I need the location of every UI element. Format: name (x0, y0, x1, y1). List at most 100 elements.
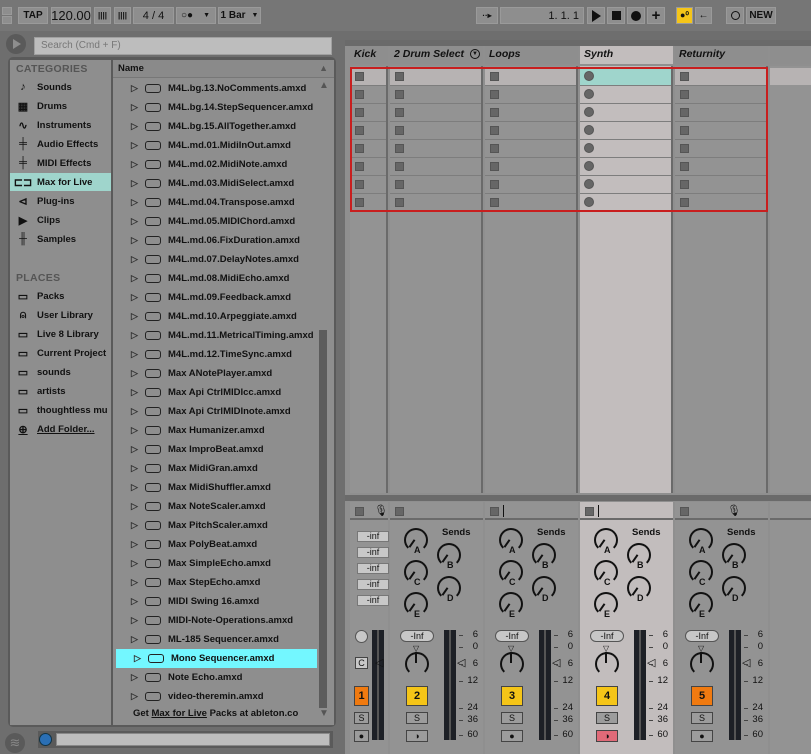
ext-sync-button-2[interactable] (2, 16, 12, 24)
file-row[interactable]: ▷ M4L.md.03.MidiSelect.amxd (113, 174, 318, 193)
microphone-icon[interactable]: 🎙 (727, 504, 741, 517)
play-button[interactable] (587, 7, 605, 24)
expand-triangle-icon[interactable]: ▷ (131, 558, 141, 569)
microphone-icon[interactable]: 🎙 (374, 504, 388, 517)
place-packs[interactable]: ▭ Packs (10, 287, 111, 305)
expand-triangle-icon[interactable]: ▷ (131, 368, 141, 379)
file-row[interactable]: ▷ Max MidiGran.amxd (113, 459, 318, 478)
place-sounds[interactable]: ▭ sounds (10, 363, 111, 381)
max-for-live-link[interactable]: Max for Live (151, 708, 206, 719)
pan-knob[interactable] (595, 652, 619, 676)
tempo-field[interactable]: 120.00 (51, 7, 91, 24)
category-drums[interactable]: ▦ Drums (10, 97, 111, 115)
expand-triangle-icon[interactable]: ▷ (131, 425, 141, 436)
crossfade-button[interactable] (355, 630, 368, 643)
file-row[interactable]: ▷ MIDI Swing 16.amxd (113, 592, 318, 611)
arm-button[interactable]: ◑ (596, 730, 618, 742)
stop-clips-button[interactable] (490, 507, 499, 516)
file-row[interactable]: ▷ M4L.md.10.Arpeggiate.amxd (113, 307, 318, 326)
track-activator[interactable]: 3 (501, 686, 523, 706)
master-scene-slot[interactable] (770, 68, 811, 85)
file-row[interactable]: ▷ Max Api CtrlMIDInote.amxd (113, 402, 318, 421)
place-current-project[interactable]: ▭ Current Project (10, 344, 111, 362)
track-header[interactable]: Loops (485, 46, 578, 64)
place-user-library[interactable]: ⍝ User Library (10, 306, 111, 324)
back-to-arrangement-button[interactable]: ← (695, 7, 712, 24)
expand-triangle-icon[interactable]: ▷ (134, 653, 144, 664)
new-button[interactable]: NEW (746, 7, 776, 24)
file-row[interactable]: ▷ Max Api CtrlMIDIcc.amxd (113, 383, 318, 402)
file-row[interactable]: ▷ M4L.bg.14.StepSequencer.amxd (113, 98, 318, 117)
expand-triangle-icon[interactable]: ▷ (131, 273, 141, 284)
expand-triangle-icon[interactable]: ▷ (131, 140, 141, 151)
file-row[interactable]: ▷ M4L.bg.13.NoComments.amxd (113, 79, 318, 98)
expand-triangle-icon[interactable]: ▷ (131, 159, 141, 170)
file-row[interactable]: ▷ Max NoteScaler.amxd (113, 497, 318, 516)
file-row[interactable]: ▷ Max PitchScaler.amxd (113, 516, 318, 535)
expand-triangle-icon[interactable]: ▷ (131, 235, 141, 246)
place-thoughtless[interactable]: ▭ thoughtless mu (10, 401, 111, 419)
expand-triangle-icon[interactable]: ▷ (131, 691, 141, 702)
stop-clips-button[interactable] (355, 507, 364, 516)
stop-clips-button[interactable] (395, 507, 404, 516)
expand-triangle-icon[interactable]: ▷ (131, 596, 141, 607)
info-view-toggle[interactable]: ≋ (5, 733, 25, 753)
track-header[interactable]: Synth (580, 46, 673, 64)
track-header[interactable]: Returnity (675, 46, 768, 64)
file-row[interactable]: ▷ M4L.md.12.TimeSync.amxd (113, 345, 318, 364)
cue-button[interactable]: C (355, 657, 368, 669)
category-plug-ins[interactable]: ⊲ Plug-ins (10, 192, 111, 210)
file-row[interactable]: ▷ M4L.bg.15.AllTogether.amxd (113, 117, 318, 136)
nudge-up-button[interactable]: |||| (114, 7, 131, 24)
file-row[interactable]: ▷ M4L.md.09.Feedback.amxd (113, 288, 318, 307)
expand-triangle-icon[interactable]: ▷ (131, 539, 141, 550)
volume-readout[interactable]: -Inf (495, 630, 529, 642)
category-max-for-live[interactable]: ⊏⊐ Max for Live (10, 173, 111, 191)
place-artists[interactable]: ▭ artists (10, 382, 111, 400)
scroll-down-arrow[interactable]: ▼ (319, 708, 329, 719)
track-activator[interactable]: 1 (354, 686, 369, 706)
volume-readout[interactable]: -Inf (685, 630, 719, 642)
expand-triangle-icon[interactable]: ▷ (131, 520, 141, 531)
solo-button[interactable]: S (354, 712, 369, 724)
nudge-down-button[interactable]: |||| (94, 7, 111, 24)
expand-triangle-icon[interactable]: ▷ (131, 330, 141, 341)
file-row[interactable]: ▷ Max StepEcho.amxd (113, 573, 318, 592)
arm-button[interactable]: ● (354, 730, 369, 742)
scroll-up-arrow[interactable]: ▲ (319, 80, 329, 91)
automation-arm-button[interactable]: ●⁰ (676, 7, 693, 24)
expand-triangle-icon[interactable]: ▷ (131, 102, 141, 113)
file-row[interactable]: ▷ M4L.md.11.MetricalTiming.amxd (113, 326, 318, 345)
pan-knob[interactable] (500, 652, 524, 676)
pan-knob[interactable] (690, 652, 714, 676)
file-row[interactable]: ▷ video-theremin.amxd (113, 687, 318, 706)
expand-triangle-icon[interactable]: ▷ (131, 197, 141, 208)
track-activator[interactable]: 4 (596, 686, 618, 706)
category-clips[interactable]: ▶ Clips (10, 211, 111, 229)
stop-clips-button[interactable] (680, 507, 689, 516)
expand-triangle-icon[interactable]: ▷ (131, 634, 141, 645)
time-signature-field[interactable]: 4 / 4 (133, 7, 174, 24)
file-row[interactable]: ▷ Max Humanizer.amxd (113, 421, 318, 440)
track-header[interactable]: 2 Drum Select ▼ (390, 46, 483, 64)
expand-triangle-icon[interactable]: ▷ (131, 482, 141, 493)
name-column-header[interactable]: Name ▲ (113, 60, 334, 78)
follow-button[interactable]: ··▸ (476, 7, 498, 24)
record-button[interactable] (627, 7, 645, 24)
volume-fader-handle[interactable]: ◁ (375, 656, 383, 669)
metronome-button[interactable]: ○● ▼ (176, 7, 216, 24)
quantize-dropdown[interactable]: 1 Bar ▼ (218, 7, 261, 24)
expand-triangle-icon[interactable]: ▷ (131, 178, 141, 189)
file-row[interactable]: ▷ Max PolyBeat.amxd (113, 535, 318, 554)
expand-triangle-icon[interactable]: ▷ (131, 387, 141, 398)
category-audio-effects[interactable]: ╪ Audio Effects (10, 135, 111, 153)
pan-knob[interactable] (405, 652, 429, 676)
help-icon[interactable] (39, 733, 52, 746)
solo-button[interactable]: S (596, 712, 618, 724)
ext-sync-button[interactable] (2, 7, 12, 15)
category-instruments[interactable]: ∿ Instruments (10, 116, 111, 134)
song-position-field[interactable]: 1. 1. 1 (500, 7, 584, 24)
file-row[interactable]: ▷ Max ANotePlayer.amxd (113, 364, 318, 383)
browser-toggle-button[interactable] (6, 34, 26, 54)
category-sounds[interactable]: ♪ Sounds (10, 78, 111, 96)
